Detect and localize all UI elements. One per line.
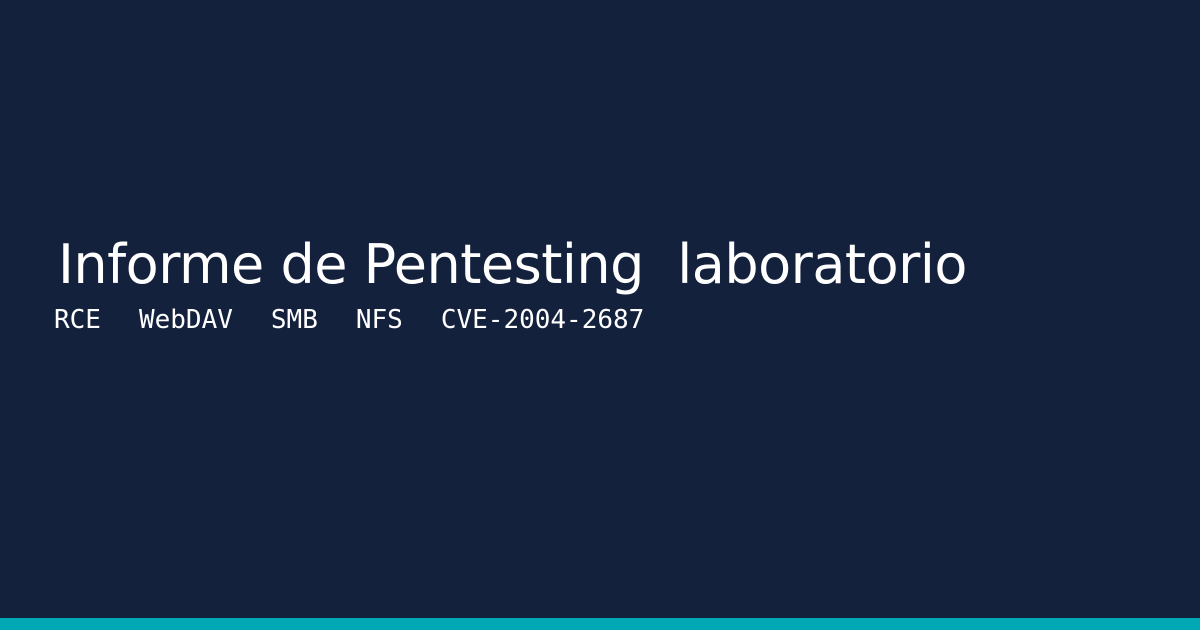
tag-webdav: WebDAV [138, 305, 233, 335]
tag-rce: RCE [54, 305, 101, 335]
accent-bar [0, 618, 1200, 630]
page-title: Informe de Pentesting laboratorio [58, 233, 967, 296]
tag-smb: SMB [270, 305, 318, 335]
tag-list: RCE WebDAV SMB NFS CVE-2004-2687 [54, 304, 682, 336]
tag-nfs: NFS [355, 305, 403, 335]
tag-cve: CVE-2004-2687 [440, 305, 645, 335]
social-card: Informe de Pentesting laboratorio RCE We… [0, 0, 1200, 630]
